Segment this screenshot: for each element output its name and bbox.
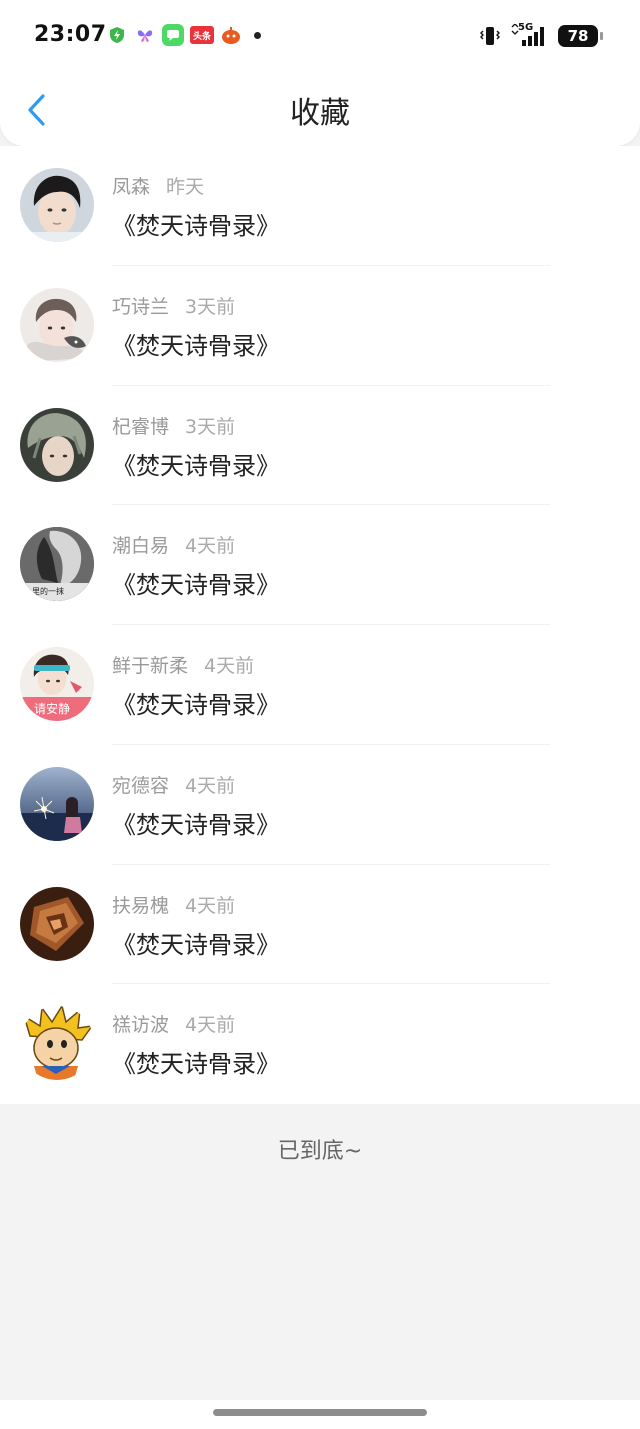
- book-title[interactable]: 《焚天诗骨录》: [112, 685, 280, 720]
- vibrate-icon: [480, 27, 500, 45]
- user-name: 宛德容: [112, 774, 170, 797]
- item-time: 3天前: [185, 415, 236, 438]
- item-time: 4天前: [185, 1014, 236, 1037]
- toutiao-label: 头条: [192, 31, 211, 42]
- avatar[interactable]: 请安静: [20, 647, 94, 721]
- book-title[interactable]: 《焚天诗骨录》: [112, 1044, 280, 1079]
- status-right: 5G 78: [480, 22, 603, 48]
- user-name: 潮白易: [112, 535, 170, 558]
- item-meta: 鲜于新柔 4天前: [112, 651, 254, 678]
- battery-level: 78: [567, 27, 589, 45]
- messages-app-icon: [162, 24, 184, 46]
- user-name: 巧诗兰: [112, 295, 170, 318]
- list-item[interactable]: 凤森 昨天 《焚天诗骨录》: [0, 146, 640, 266]
- status-bar: 23:07 头条 5G 78: [0, 0, 640, 72]
- book-title[interactable]: 《焚天诗骨录》: [112, 925, 280, 960]
- user-name: 凤森: [112, 176, 151, 198]
- item-time: 4天前: [185, 774, 236, 797]
- toutiao-app-icon: 头条: [190, 26, 214, 44]
- shield-app-icon: [106, 24, 128, 46]
- item-meta: 扶易槐 4天前: [112, 891, 235, 918]
- item-time: 4天前: [185, 894, 236, 917]
- item-time: 昨天: [166, 176, 205, 198]
- list-item[interactable]: 心里的一抹 潮白易 4天前 《焚天诗骨录》: [0, 505, 640, 625]
- avatar-sign-text: 请安静: [34, 701, 70, 716]
- item-meta: 宛德容 4天前: [112, 771, 235, 798]
- book-title[interactable]: 《焚天诗骨录》: [112, 805, 280, 840]
- book-title[interactable]: 《焚天诗骨录》: [112, 565, 280, 600]
- notification-dot: [254, 31, 261, 39]
- user-name: 扶易槐: [112, 894, 170, 917]
- status-time: 23:07: [34, 22, 107, 47]
- list-item[interactable]: 杞睿博 3天前 《焚天诗骨录》: [0, 386, 640, 506]
- top-panel: 23:07 头条 5G 78 收藏: [0, 0, 640, 146]
- avatar[interactable]: [20, 766, 94, 841]
- item-meta: 潮白易 4天前: [112, 531, 235, 558]
- list-item[interactable]: 宛德容 4天前 《焚天诗骨录》: [0, 745, 640, 865]
- item-time: 4天前: [185, 535, 236, 558]
- battery-indicator: 78: [558, 25, 603, 47]
- item-meta: 巧诗兰 3天前: [112, 292, 235, 319]
- book-title[interactable]: 《焚天诗骨录》: [112, 446, 280, 481]
- list-item[interactable]: 禚访波 4天前 《焚天诗骨录》: [0, 984, 640, 1104]
- home-indicator[interactable]: [213, 1409, 427, 1416]
- avatar-caption: 心里的一抹: [24, 586, 64, 596]
- user-name: 鲜于新柔: [112, 655, 189, 677]
- page-title: 收藏: [290, 96, 350, 131]
- list-item[interactable]: 请安静 鲜于新柔 4天前 《焚天诗骨录》: [0, 625, 640, 745]
- user-name: 禚访波: [112, 1014, 170, 1037]
- book-title[interactable]: 《焚天诗骨录》: [112, 206, 280, 241]
- item-meta: 凤森 昨天: [112, 172, 204, 199]
- avatar[interactable]: [20, 168, 94, 242]
- user-name: 杞睿博: [112, 415, 170, 438]
- nav-bar: 收藏: [0, 72, 640, 146]
- butterfly-app-icon: [134, 24, 156, 46]
- end-of-list-text: 已到底~: [277, 1139, 363, 1164]
- list-item[interactable]: 扶易槐 4天前 《焚天诗骨录》: [0, 865, 640, 985]
- favorites-list: 凤森 昨天 《焚天诗骨录》 巧诗兰 3天前 《焚天诗骨录》 杞睿博 3天前 《焚天诗骨…: [0, 146, 640, 1104]
- avatar[interactable]: 心里的一抹: [20, 527, 94, 602]
- book-title[interactable]: 《焚天诗骨录》: [112, 326, 280, 361]
- item-meta: 禚访波 4天前: [112, 1010, 235, 1037]
- item-meta: 杞睿博 3天前: [112, 412, 235, 439]
- avatar[interactable]: [20, 886, 94, 961]
- list-item[interactable]: 巧诗兰 3天前 《焚天诗骨录》: [0, 266, 640, 386]
- item-time: 3天前: [185, 295, 236, 318]
- signal-icon: 5G: [510, 22, 548, 48]
- avatar[interactable]: [20, 287, 94, 362]
- avatar[interactable]: [20, 1006, 94, 1081]
- game-app-icon: [220, 24, 242, 46]
- avatar[interactable]: [20, 407, 94, 482]
- item-time: 4天前: [204, 655, 255, 677]
- status-app-icons: 头条: [106, 24, 261, 46]
